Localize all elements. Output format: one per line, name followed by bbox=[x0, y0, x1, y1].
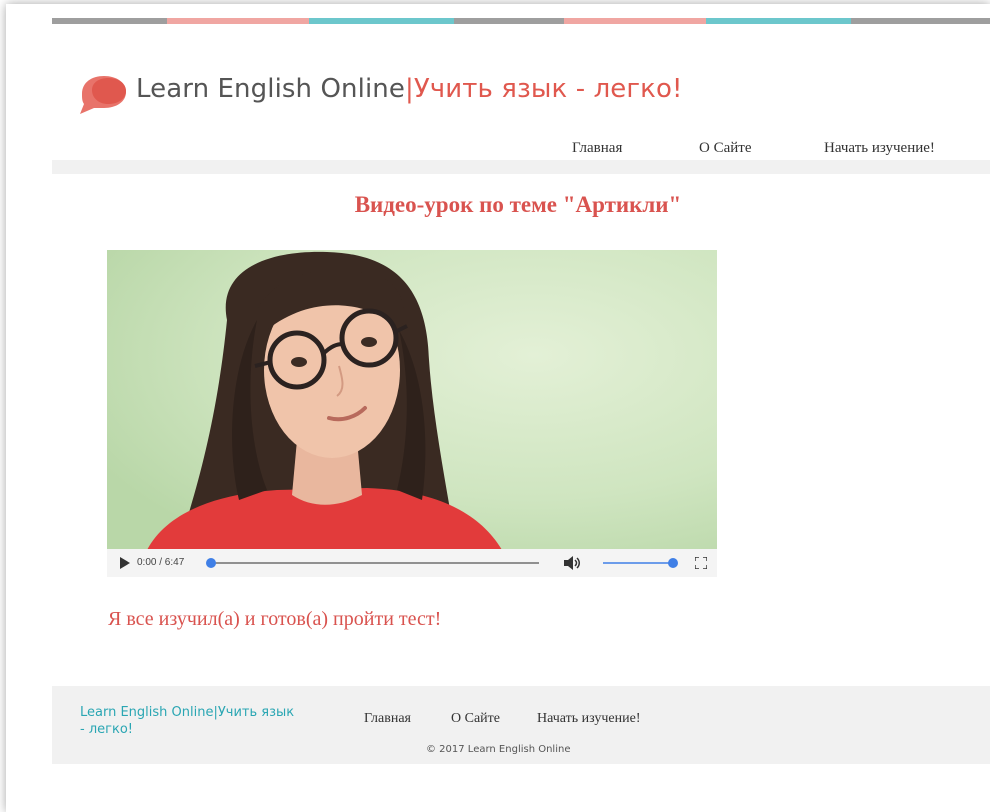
seek-bar[interactable] bbox=[203, 555, 543, 571]
take-test-link[interactable]: Я все изучил(а) и готов(а) пройти тест! bbox=[108, 608, 441, 631]
video-controls: 0:00 / 6:47 bbox=[107, 549, 717, 577]
play-icon[interactable] bbox=[119, 557, 131, 569]
copyright: © 2017 Learn English Online bbox=[426, 744, 571, 755]
volume-slider[interactable] bbox=[601, 555, 681, 571]
site-brand[interactable]: Learn English Online|Учить язык - легко! bbox=[136, 74, 682, 104]
video-title-text: Видео-урок по теме "Артикли" bbox=[354, 192, 682, 217]
fullscreen-icon[interactable] bbox=[695, 557, 707, 569]
video-player[interactable] bbox=[107, 250, 717, 577]
header-divider-bar bbox=[52, 160, 990, 174]
footer-nav-about-link[interactable]: О Сайте bbox=[451, 711, 500, 727]
seek-knob[interactable] bbox=[206, 558, 216, 568]
brand-separator: | bbox=[404, 74, 414, 104]
brand-name: Learn English Online bbox=[136, 74, 405, 104]
footer: Learn English Online|Учить язык - легко!… bbox=[52, 686, 990, 764]
brand-tagline: Учить язык - легко! bbox=[413, 74, 683, 104]
speech-bubble-icon[interactable] bbox=[74, 72, 128, 116]
video-title: Видео-урок по теме "Артикли" bbox=[52, 192, 990, 218]
page: Learn English Online|Учить язык - легко!… bbox=[6, 4, 990, 812]
nav-about-link[interactable]: О Сайте bbox=[699, 140, 752, 157]
nav-start-learning-link[interactable]: Начать изучение! bbox=[824, 140, 935, 157]
footer-nav-home-link[interactable]: Главная bbox=[364, 711, 411, 727]
footer-nav-start-learning-link[interactable]: Начать изучение! bbox=[537, 711, 641, 727]
top-color-stripe bbox=[52, 18, 990, 24]
volume-icon[interactable] bbox=[563, 555, 581, 571]
volume-knob[interactable] bbox=[668, 558, 678, 568]
video-frame bbox=[107, 250, 717, 550]
video-time-display: 0:00 / 6:47 bbox=[137, 557, 185, 568]
nav-home-link[interactable]: Главная bbox=[572, 140, 622, 157]
footer-brand[interactable]: Learn English Online|Учить язык - легко! bbox=[80, 704, 300, 738]
